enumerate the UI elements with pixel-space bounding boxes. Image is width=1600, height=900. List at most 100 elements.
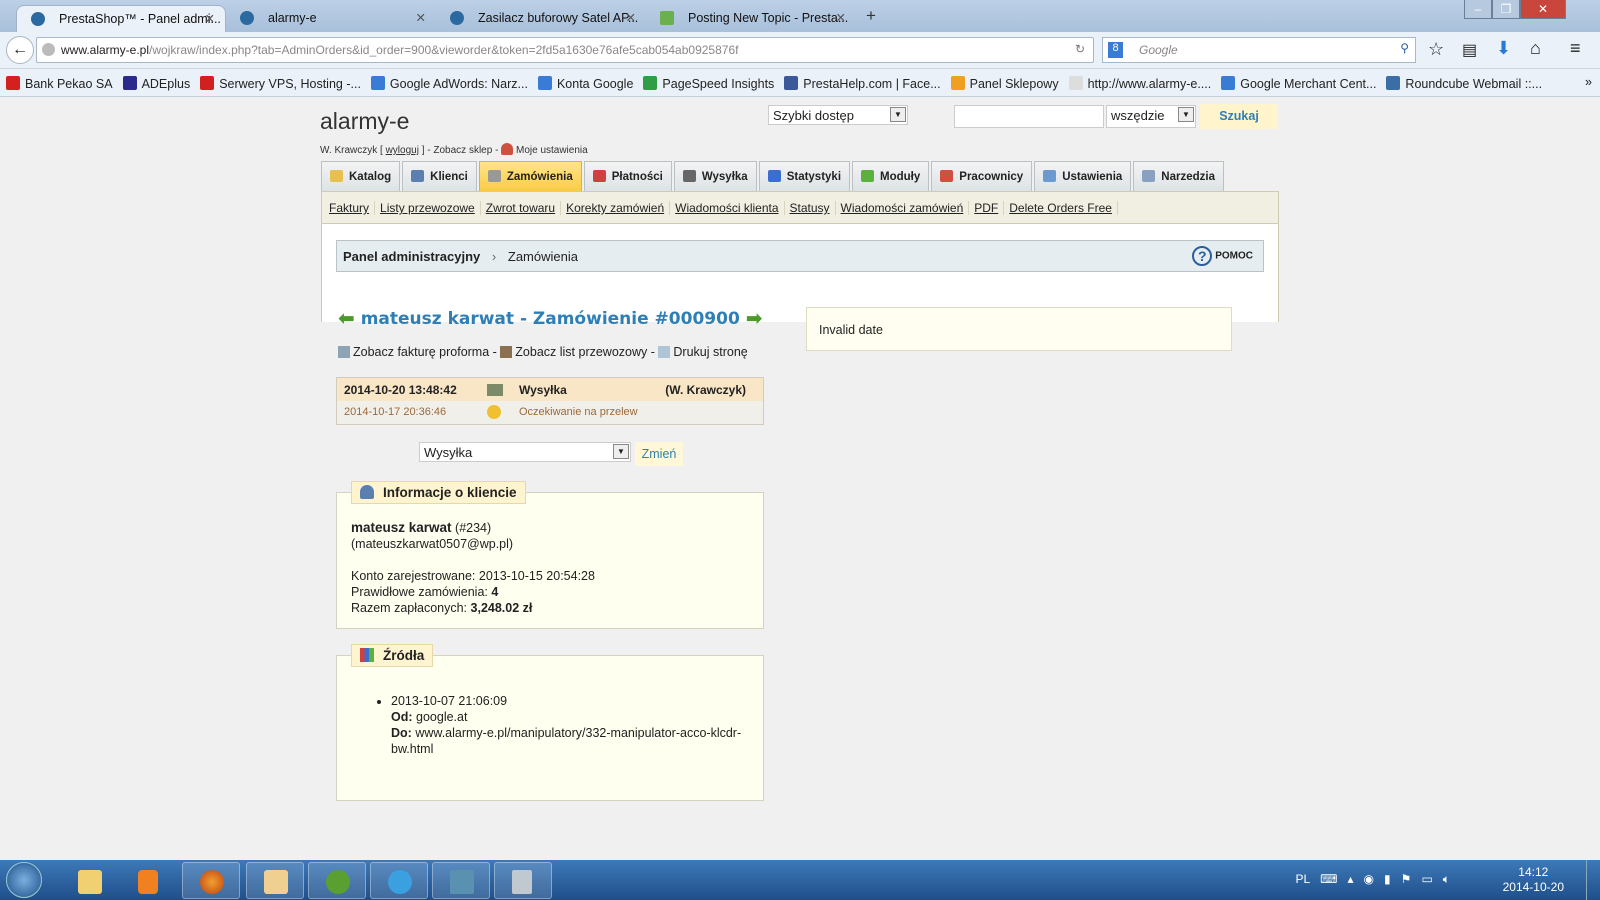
close-tab-icon[interactable]: ✕: [836, 10, 846, 25]
back-button[interactable]: ←: [6, 36, 34, 64]
close-tab-icon[interactable]: ✕: [205, 11, 215, 26]
bookmark-item[interactable]: Panel Sklepowy: [950, 76, 1059, 91]
home-icon[interactable]: ⌂: [1530, 38, 1541, 59]
sub-tab[interactable]: Listy przewozowe: [375, 201, 481, 215]
sub-tab[interactable]: Wiadomości klienta: [670, 201, 785, 215]
bookmark-favicon-icon: [950, 76, 965, 90]
tab-label: Katalog: [349, 171, 392, 183]
help-button[interactable]: ? POMOC: [1192, 246, 1253, 266]
bookmark-favicon-icon: [122, 76, 137, 90]
photo-viewer-taskbar-icon[interactable]: [432, 862, 490, 899]
admin-search-input[interactable]: [954, 105, 1104, 128]
logout-link[interactable]: wyloguj: [386, 145, 419, 156]
sub-tab[interactable]: Faktury: [324, 201, 376, 215]
browser-tab[interactable]: Zasilacz buforowy Satel AP... ✕: [436, 5, 646, 32]
internet-explorer-taskbar-icon[interactable]: [370, 862, 428, 899]
order-title-text: mateusz karwat - Zamówienie #000900: [360, 309, 740, 329]
network-icon[interactable]: ▭: [1421, 872, 1432, 886]
proforma-invoice-link[interactable]: Zobacz fakturę proforma: [353, 345, 489, 359]
language-indicator[interactable]: PL: [1295, 872, 1310, 886]
bookmark-star-icon[interactable]: ☆: [1428, 39, 1444, 60]
tab-title: PrestaShop™ - Panel admi...: [59, 12, 221, 26]
search-scope-select[interactable]: wszędzie ▼: [1106, 105, 1196, 128]
search-button[interactable]: Szukaj: [1200, 104, 1278, 129]
change-status-button[interactable]: Zmień: [635, 442, 683, 466]
power-icon[interactable]: ▮: [1384, 872, 1391, 886]
browser-tab[interactable]: Posting New Topic - Presta... ✕: [646, 5, 856, 32]
more-bookmarks-button[interactable]: »: [1585, 75, 1592, 89]
volume-icon[interactable]: 🔈︎: [1443, 872, 1450, 886]
minimize-button[interactable]: –: [1464, 0, 1492, 19]
firefox-taskbar-icon[interactable]: [182, 862, 240, 899]
tab-label: Statystyki: [786, 171, 842, 183]
clock[interactable]: 14:12 2014-10-20: [1503, 865, 1564, 895]
customer-name[interactable]: mateusz karwat: [351, 520, 452, 535]
url-bar[interactable]: www.alarmy-e.pl/wojkraw/index.php?tab=Ad…: [36, 37, 1094, 63]
quick-access-select[interactable]: Szybki dostęp ▼: [768, 105, 908, 125]
bookmark-item[interactable]: PageSpeed Insights: [643, 76, 774, 91]
next-order-arrow-icon[interactable]: ➡: [746, 306, 763, 330]
main-tab-wysyłka[interactable]: Wysyłka: [673, 161, 757, 191]
show-hidden-icons-icon[interactable]: ▴: [1347, 872, 1353, 886]
app-tray-icon[interactable]: ◉: [1364, 872, 1374, 886]
action-center-flag-icon[interactable]: ⚑: [1401, 872, 1412, 886]
main-tab-klienci[interactable]: Klienci: [402, 161, 477, 191]
keyboard-icon[interactable]: ⌨: [1320, 872, 1337, 886]
google-engine-icon[interactable]: 8: [1108, 42, 1123, 58]
sub-tab[interactable]: Zwrot towaru: [481, 201, 562, 215]
delivery-slip-link[interactable]: Zobacz list przewozowy: [515, 345, 647, 359]
main-tab-ustawienia[interactable]: Ustawienia: [1034, 161, 1132, 191]
view-shop-link[interactable]: Zobacz sklep: [433, 145, 492, 156]
main-tab-pracownicy[interactable]: Pracownicy: [931, 161, 1033, 191]
system-tray: PL ⌨ ▴ ◉ ▮ ⚑ ▭ 🔈︎: [1295, 872, 1450, 887]
bookmark-label: Serwery VPS, Hosting -...: [219, 77, 361, 91]
my-settings-link[interactable]: Moje ustawienia: [516, 145, 588, 156]
order-status-select[interactable]: Wysyłka ▼: [419, 442, 631, 462]
globe-icon: [42, 43, 55, 56]
start-button[interactable]: [6, 862, 42, 898]
main-tab-moduły[interactable]: Moduły: [852, 161, 930, 191]
bookmark-item[interactable]: Google Merchant Cent...: [1221, 76, 1376, 91]
breadcrumb-root[interactable]: Panel administracyjny: [343, 249, 480, 264]
menu-icon[interactable]: ≡: [1570, 38, 1581, 59]
browser-tab[interactable]: PrestaShop™ - Panel admi... ✕: [16, 5, 226, 32]
reload-icon[interactable]: ↻: [1075, 42, 1085, 56]
calculator-taskbar-icon[interactable]: [494, 862, 552, 899]
bookmark-item[interactable]: Google AdWords: Narz...: [370, 76, 528, 91]
bookmark-item[interactable]: ADEplus: [122, 76, 190, 91]
bookmark-item[interactable]: Roundcube Webmail ::...: [1386, 76, 1542, 91]
show-desktop-button[interactable]: [1586, 860, 1600, 900]
main-tab-zamówienia[interactable]: Zamówienia: [478, 161, 582, 191]
previous-order-arrow-icon[interactable]: ⬅: [338, 306, 355, 330]
close-window-button[interactable]: ✕: [1520, 0, 1566, 19]
search-box[interactable]: 8 Google ⚲: [1102, 37, 1416, 63]
sub-tab[interactable]: Korekty zamówień: [561, 201, 671, 215]
reading-list-icon[interactable]: ▤: [1462, 40, 1477, 60]
restore-button[interactable]: ❐: [1492, 0, 1520, 19]
main-tab-płatności[interactable]: Płatności: [583, 161, 672, 191]
settings-icon: [1043, 170, 1057, 182]
search-icon[interactable]: ⚲: [1400, 41, 1409, 55]
app-e-taskbar-icon[interactable]: [308, 862, 366, 899]
sub-tab[interactable]: PDF: [969, 201, 1005, 215]
sub-tab[interactable]: Wiadomości zamówień: [836, 201, 970, 215]
main-tab-katalog[interactable]: Katalog: [321, 161, 401, 191]
explorer-taskbar-icon[interactable]: [60, 862, 118, 899]
print-page-link[interactable]: Drukuj stronę: [673, 345, 747, 359]
browser-tab[interactable]: alarmy-e ✕: [226, 5, 436, 32]
close-tab-icon[interactable]: ✕: [626, 10, 636, 25]
download-icon[interactable]: ⬇: [1496, 38, 1511, 59]
media-player-taskbar-icon[interactable]: [120, 862, 178, 899]
bookmark-item[interactable]: Bank Pekao SA: [6, 76, 113, 91]
bookmark-item[interactable]: Serwery VPS, Hosting -...: [200, 76, 361, 91]
close-tab-icon[interactable]: ✕: [416, 10, 426, 25]
bookmark-item[interactable]: Konta Google: [537, 76, 633, 91]
sub-tab[interactable]: Delete Orders Free: [1004, 201, 1118, 215]
bookmark-item[interactable]: PrestaHelp.com | Face...: [784, 76, 941, 91]
mail-taskbar-icon[interactable]: [246, 862, 304, 899]
main-tab-statystyki[interactable]: Statystyki: [758, 161, 851, 191]
bookmark-item[interactable]: http://www.alarmy-e....: [1068, 76, 1211, 91]
main-tab-narzedzia[interactable]: Narzedzia: [1133, 161, 1224, 191]
sub-tab[interactable]: Statusy: [785, 201, 836, 215]
new-tab-button[interactable]: +: [866, 6, 876, 26]
